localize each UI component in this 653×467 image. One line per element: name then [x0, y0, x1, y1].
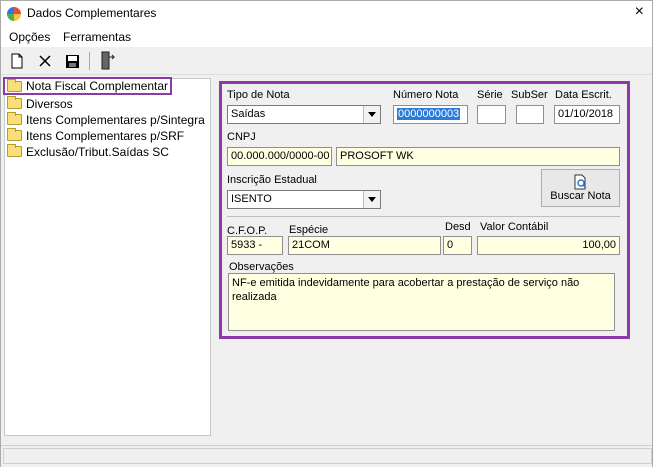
- observacoes-textarea[interactable]: NF-e emitida indevidamente para acoberta…: [228, 273, 615, 331]
- folder-icon: [7, 128, 22, 141]
- form-divider: [227, 216, 620, 217]
- subser-field[interactable]: [516, 105, 544, 124]
- tree-item-sintegra[interactable]: Itens Complementares p/Sintegra: [7, 112, 205, 127]
- new-document-icon[interactable]: [7, 51, 27, 71]
- open-folder-icon: [7, 78, 22, 92]
- tree-item-exclusao[interactable]: Exclusão/Tribut.Saídas SC: [7, 144, 169, 159]
- cfop-field[interactable]: 5933 -: [227, 236, 283, 255]
- tree-item-nota-fiscal-complementar[interactable]: Nota Fiscal Complementar: [3, 77, 173, 95]
- numero-nota-field[interactable]: 0000000003: [393, 105, 468, 124]
- window-title: Dados Complementares: [27, 6, 157, 20]
- tree-item-label: Diversos: [26, 96, 73, 111]
- toolbar: [1, 47, 652, 75]
- desd-label: Desd: [445, 221, 471, 233]
- exit-icon[interactable]: [98, 51, 118, 71]
- numero-nota-value: 0000000003: [397, 108, 461, 120]
- delete-icon[interactable]: [35, 51, 55, 71]
- menu-opcoes[interactable]: Opções: [9, 30, 50, 44]
- menu-ferramentas[interactable]: Ferramentas: [63, 30, 131, 44]
- valor-contabil-label: Valor Contábil: [480, 221, 549, 233]
- desd-field[interactable]: 0: [443, 236, 472, 255]
- menu-bar: Opções Ferramentas: [1, 27, 652, 47]
- tree-item-label: Itens Complementares p/SRF: [26, 128, 185, 143]
- cnpj-field[interactable]: 00.000.000/0000-00: [227, 147, 332, 166]
- numero-nota-label: Número Nota: [393, 89, 459, 101]
- app-icon: [7, 7, 21, 21]
- dados-complementares-window: Dados Complementares × Opções Ferramenta…: [0, 0, 653, 467]
- navigation-tree: Nota Fiscal Complementar Diversos Itens …: [3, 77, 211, 436]
- data-escrit-label: Data Escrit.: [555, 89, 612, 101]
- folder-icon: [7, 96, 22, 109]
- close-icon[interactable]: ×: [635, 4, 644, 20]
- company-name-field[interactable]: PROSOFT WK: [336, 147, 620, 166]
- folder-icon: [7, 112, 22, 125]
- serie-field[interactable]: [477, 105, 506, 124]
- inscricao-value: ISENTO: [231, 193, 272, 205]
- search-document-icon: [574, 174, 587, 190]
- toolbar-separator: [89, 52, 90, 70]
- data-escrit-field[interactable]: 01/10/2018: [554, 105, 620, 124]
- tree-item-label: Exclusão/Tribut.Saídas SC: [26, 144, 169, 159]
- tipo-nota-label: Tipo de Nota: [227, 89, 290, 101]
- tree-item-diversos[interactable]: Diversos: [7, 96, 73, 111]
- serie-label: Série: [477, 89, 503, 101]
- title-bar: Dados Complementares ×: [1, 1, 652, 27]
- status-bar: [1, 445, 652, 467]
- tipo-nota-select[interactable]: Saídas: [227, 105, 381, 124]
- especie-field[interactable]: 21COM: [288, 236, 441, 255]
- tree-item-label: Itens Complementares p/Sintegra: [26, 112, 205, 127]
- observacoes-label: Observações: [229, 261, 294, 273]
- save-icon[interactable]: [62, 51, 82, 71]
- inscricao-label: Inscrição Estadual: [227, 174, 317, 186]
- subser-label: SubSer: [511, 89, 548, 101]
- tipo-nota-value: Saídas: [231, 108, 266, 120]
- inscricao-select[interactable]: ISENTO: [227, 190, 381, 209]
- cnpj-label: CNPJ: [227, 131, 256, 143]
- nota-fiscal-form: Tipo de Nota Saídas Número Nota 00000000…: [219, 81, 630, 339]
- folder-icon: [7, 144, 22, 157]
- buscar-nota-button[interactable]: Buscar Nota: [541, 169, 620, 207]
- especie-label: Espécie: [289, 224, 329, 236]
- chevron-down-icon[interactable]: [363, 106, 380, 123]
- chevron-down-icon[interactable]: [363, 191, 380, 208]
- status-panel: [3, 448, 652, 464]
- tree-item-srf[interactable]: Itens Complementares p/SRF: [7, 128, 184, 143]
- valor-contabil-field[interactable]: 100,00: [477, 236, 620, 255]
- buscar-nota-label: Buscar Nota: [550, 190, 611, 202]
- tree-item-label: Nota Fiscal Complementar: [26, 79, 169, 93]
